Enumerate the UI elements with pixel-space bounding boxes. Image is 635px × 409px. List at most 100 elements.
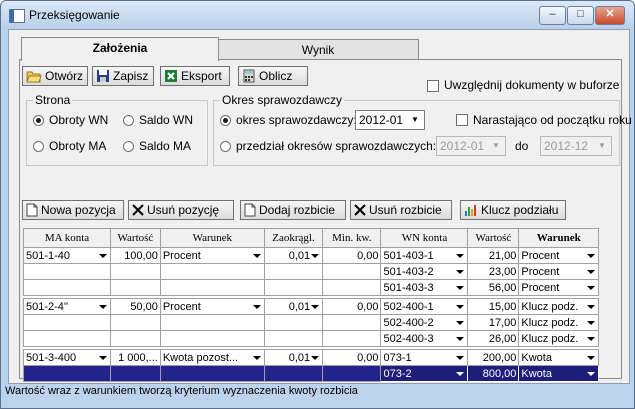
rounding-cell[interactable]: 0,01 [263,349,324,366]
table-row-selected[interactable]: 073-2 800,00 Kwota [23,365,599,382]
wn-account-cell[interactable]: 501-403-1 [380,247,469,264]
chevron-down-icon: ▼ [411,115,419,124]
header-wartosc-wn[interactable]: Wartość [467,228,520,248]
saldo-wn-label: Saldo WN [139,113,194,127]
header-min-kw[interactable]: Min. kw. [322,228,382,248]
header-ma-konta[interactable]: MA konta [23,228,111,248]
ma-account-cell[interactable]: 501-3-400 [23,349,111,366]
condition-cell[interactable]: Procent [159,298,265,315]
wn-account-cell[interactable]: 501-403-2 [380,263,469,280]
table-row[interactable]: 501-2-4'' 50,00 Procent 0,01 0,00 502-40… [23,298,599,315]
new-position-button[interactable]: Nowa pozycja [22,200,124,220]
export-button[interactable]: Eksport [160,66,230,86]
header-wartosc[interactable]: Wartość [109,228,161,248]
wn-account-cell[interactable]: 501-403-3 [380,279,469,296]
tab-panel: Otwórz Zapisz Eksport Oblicz Uwzględnij … [19,59,632,382]
header-warunek-wn[interactable]: Warunek [518,228,599,248]
table-row[interactable]: 501-403-3 56,00 Procent [23,279,599,296]
save-button[interactable]: Zapisz [92,66,154,86]
open-button[interactable]: Otwórz [22,66,88,86]
split-condition-cell[interactable]: Procent [518,247,599,264]
ma-account-cell[interactable]: 501-1-40 [23,247,111,264]
client-area: Założenia Wynik Otwórz Zapisz Eksport Ob… [8,29,632,384]
table-row[interactable]: 501-3-400 1 000,... Kwota pozost... 0,01… [23,349,599,366]
header-warunek[interactable]: Warunek [159,228,265,248]
range-to-select[interactable]: 2012-12 ▼ [540,136,612,156]
maximize-button[interactable]: □ [567,6,594,25]
value-cell[interactable]: 100,00 [109,247,161,264]
table-row[interactable]: 502-400-3 26,00 Klucz podz. [23,330,599,347]
folder-open-icon [26,71,42,83]
radio-range[interactable] [220,141,231,152]
wn-account-cell[interactable]: 502-400-3 [380,330,469,347]
split-condition-cell[interactable]: Kwota [518,365,599,382]
open-label: Otwórz [45,69,84,83]
split-value-cell[interactable]: 56,00 [467,279,520,296]
export-label: Eksport [181,69,222,83]
split-value-cell[interactable]: 21,00 [467,247,520,264]
range-to-label: do [515,139,529,153]
radio-obroty-ma[interactable] [33,141,44,152]
buffer-checkbox[interactable] [427,80,439,92]
close-button[interactable]: ✕ [595,6,625,25]
delete-split-button[interactable]: Usuń rozbicie [350,200,452,220]
header-zaokragl[interactable]: Zaokrągl. [263,228,324,248]
split-condition-cell[interactable]: Kwota [518,349,599,366]
tab-wynik[interactable]: Wynik [217,39,419,61]
min-cell[interactable]: 0,00 [322,247,382,264]
add-split-label: Dodaj rozbicie [259,203,336,217]
ma-account-cell[interactable]: 501-2-4'' [23,298,111,315]
wn-account-cell[interactable]: 073-1 [380,349,469,366]
radio-okres[interactable] [220,115,231,126]
split-condition-cell[interactable]: Procent [518,279,599,296]
header-wn-konta[interactable]: WN konta [380,228,469,248]
wn-account-cell[interactable]: 073-2 [380,365,469,382]
radio-saldo-ma[interactable] [123,141,134,152]
calculate-button[interactable]: Oblicz [238,66,308,86]
range-from-value: 2012-01 [440,139,485,153]
value-cell[interactable]: 50,00 [109,298,161,315]
calculator-icon [243,69,255,83]
period-select[interactable]: 2012-01 ▼ [355,110,425,130]
wn-account-cell[interactable]: 502-400-2 [380,314,469,331]
main-window: Przeksięgowanie – □ ✕ Założenia Wynik Ot… [0,0,635,409]
radio-saldo-wn[interactable] [123,115,134,126]
split-condition-cell[interactable]: Klucz podz. [518,298,599,315]
split-value-cell[interactable]: 26,00 [467,330,520,347]
delete-position-label: Usuń pozycję [147,203,220,217]
split-condition-cell[interactable]: Klucz podz. [518,330,599,347]
table-row[interactable]: 502-400-2 17,00 Klucz podz. [23,314,599,331]
delete-position-button[interactable]: Usuń pozycję [128,200,234,220]
obroty-ma-label: Obroty MA [49,139,107,153]
split-value-cell[interactable]: 800,00 [467,365,520,382]
app-icon [9,9,25,23]
split-value-cell[interactable]: 17,00 [467,314,520,331]
new-document-icon [26,203,38,217]
split-value-cell[interactable]: 15,00 [467,298,520,315]
add-split-button[interactable]: Dodaj rozbicie [240,200,346,220]
table-row[interactable]: 501-403-2 23,00 Procent [23,263,599,280]
split-value-cell[interactable]: 23,00 [467,263,520,280]
split-value-cell[interactable]: 200,00 [467,349,520,366]
wn-account-cell[interactable]: 502-400-1 [380,298,469,315]
minimize-button[interactable]: – [539,6,566,25]
value-cell[interactable]: 1 000,... [109,349,161,366]
table-row[interactable]: 501-1-40 100,00 Procent 0,01 0,00 501-40… [23,247,599,264]
title-bar[interactable]: Przeksięgowanie – □ ✕ [1,1,634,29]
calculate-label: Oblicz [259,69,293,83]
cumulative-checkbox[interactable] [456,114,468,126]
bar-chart-icon [465,204,476,216]
rounding-cell[interactable]: 0,01 [263,247,324,264]
tab-zalozenia[interactable]: Założenia [21,37,219,61]
rounding-cell[interactable]: 0,01 [263,298,324,315]
condition-cell[interactable]: Kwota pozost... [159,349,265,366]
split-condition-cell[interactable]: Klucz podz. [518,314,599,331]
split-key-button[interactable]: Klucz podziału [460,200,566,220]
condition-cell[interactable]: Procent [159,247,265,264]
min-cell[interactable]: 0,00 [322,298,382,315]
split-condition-cell[interactable]: Procent [518,263,599,280]
radio-obroty-wn[interactable] [33,115,44,126]
range-from-select[interactable]: 2012-01 ▼ [436,136,506,156]
min-cell[interactable]: 0,00 [322,349,382,366]
window-title: Przeksięgowanie [29,8,120,22]
